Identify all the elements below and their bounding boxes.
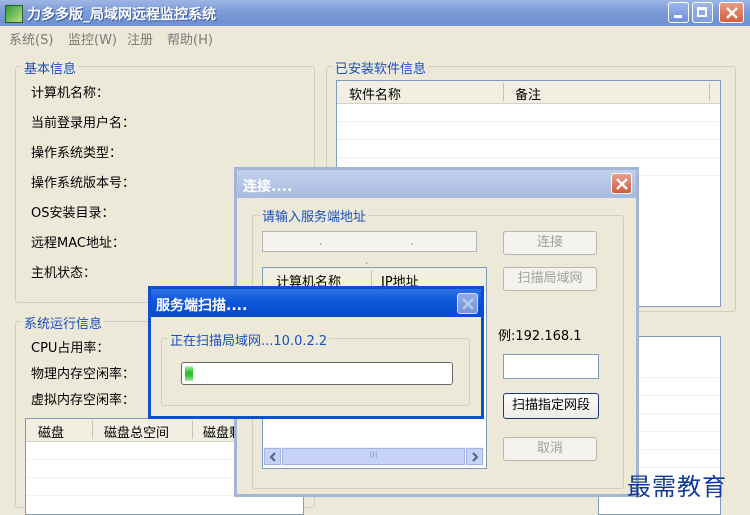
software-info-title: 已安装软件信息	[333, 58, 429, 77]
scan-status-text: 正在扫描局域网...10.0.2.2	[168, 330, 330, 349]
col-divider	[503, 83, 504, 101]
scroll-left-button[interactable]	[264, 448, 281, 465]
connect-dialog-title: 连接....	[243, 179, 293, 195]
ip-segment-input[interactable]	[503, 354, 599, 379]
cpu-usage-label: CPU占用率：	[31, 341, 110, 356]
horizontal-scrollbar[interactable]: III	[263, 447, 484, 466]
window-title: 力多多版_局域网远程监控系统	[27, 7, 216, 23]
host-status-label: 主机状态：	[31, 266, 97, 281]
minimize-button[interactable]	[668, 2, 689, 23]
os-install-dir-label: OS安装目录：	[31, 206, 115, 221]
main-titlebar: 力多多版_局域网远程监控系统	[0, 0, 750, 26]
menu-monitor[interactable]: 监控(W)	[68, 29, 117, 48]
scan-segment-button[interactable]: 扫描指定网段	[503, 393, 599, 419]
basic-info-title: 基本信息	[22, 58, 79, 77]
menu-register[interactable]: 注册	[127, 29, 153, 48]
maximize-button[interactable]	[692, 2, 713, 23]
grid-line	[337, 139, 720, 140]
maximize-icon	[697, 7, 707, 17]
scan-lan-button[interactable]: 扫描局域网	[503, 267, 597, 291]
scroll-right-button[interactable]	[466, 448, 483, 465]
login-user-label: 当前登录用户名：	[31, 116, 136, 131]
col-divider	[92, 421, 93, 439]
os-type-label: 操作系统类型：	[31, 146, 123, 161]
col-disk-total[interactable]: 磁盘总空间	[104, 422, 169, 441]
connect-button[interactable]: 连接	[503, 231, 597, 255]
col-divider	[709, 83, 710, 101]
software-list-header: 软件名称 备注	[337, 81, 720, 104]
col-disk[interactable]: 磁盘	[38, 422, 64, 441]
grid-line	[337, 121, 720, 122]
progress-fill	[185, 366, 193, 381]
chevron-left-icon	[269, 452, 276, 462]
col-software-name[interactable]: 软件名称	[349, 84, 401, 103]
scroll-thumb[interactable]: III	[282, 448, 465, 465]
chevron-right-icon	[472, 452, 479, 462]
physical-memory-label: 物理内存空闲率：	[31, 367, 136, 382]
menu-bar: 系统(S) 监控(W) 注册 帮助(H)	[0, 26, 750, 48]
virtual-memory-label: 虚拟内存空闲率：	[31, 393, 136, 408]
menu-help[interactable]: 帮助(H)	[167, 29, 213, 48]
grid-line	[337, 157, 720, 158]
menu-system[interactable]: 系统(S)	[9, 29, 53, 48]
app-icon	[5, 5, 23, 23]
ip-address-input[interactable]: . . .	[262, 231, 477, 267]
scan-dialog: 服务端扫描.... 正在扫描局域网...10.0.2.2	[148, 286, 484, 419]
cancel-button[interactable]: 取消	[503, 437, 597, 461]
col-remark[interactable]: 备注	[515, 84, 541, 103]
watermark: 最需教育	[627, 473, 727, 501]
connect-close-button[interactable]	[611, 173, 632, 194]
minimize-icon	[674, 15, 682, 18]
scan-progress-bar	[181, 362, 453, 385]
col-divider	[192, 421, 193, 439]
scan-close-button[interactable]	[457, 293, 478, 314]
mac-address-label: 远程MAC地址：	[31, 236, 125, 251]
computer-name-label: 计算机名称：	[31, 86, 110, 101]
close-icon	[726, 7, 738, 19]
close-icon	[462, 298, 474, 310]
connect-dialog-titlebar: 连接....	[237, 170, 636, 198]
close-icon	[616, 178, 628, 190]
runtime-info-title: 系统运行信息	[22, 313, 105, 332]
scan-dialog-title: 服务端扫描....	[156, 298, 248, 314]
close-button[interactable]	[719, 2, 744, 23]
scan-dialog-titlebar: 服务端扫描....	[151, 289, 481, 317]
os-version-label: 操作系统版本号：	[31, 176, 136, 191]
ip-example-label: 例:192.168.1	[498, 329, 582, 344]
server-address-title: 请输入服务端地址	[260, 206, 369, 225]
